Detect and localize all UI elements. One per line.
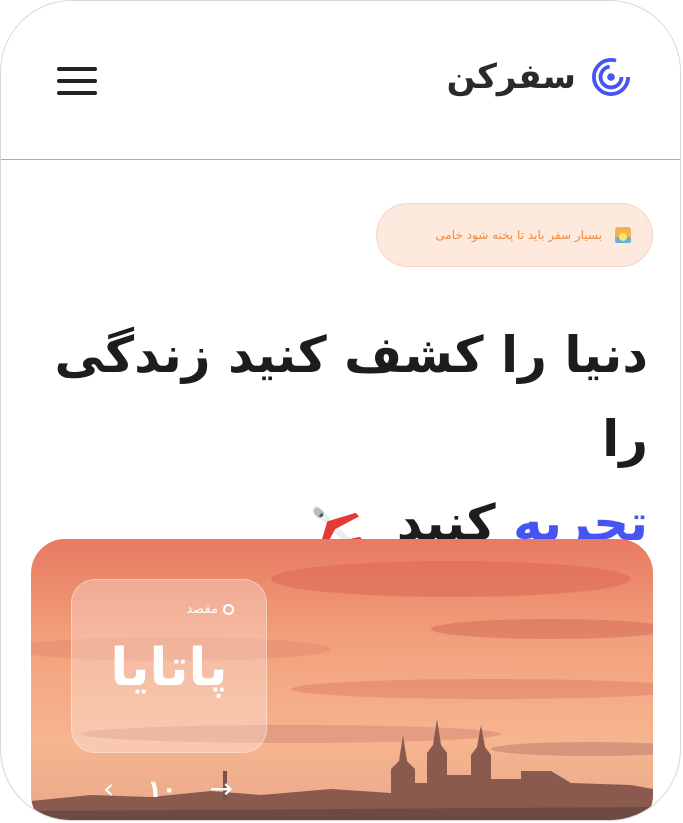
destination-card[interactable]: مقصد پاتایا ‹ ۱۰ → [31, 539, 653, 820]
arrow-right-icon[interactable]: → [210, 775, 233, 803]
location-label: مقصد [186, 602, 234, 617]
spiral-logo-icon [592, 58, 630, 96]
carousel-counter: ۱۰ [147, 775, 177, 803]
top-header: سفرکن [1, 1, 680, 160]
destination-glass-panel: مقصد پاتایا [71, 579, 267, 753]
destination-city: پاتایا [110, 638, 228, 698]
page-headline: دنیا را کشف کنید زندگی را تجربه کنید [18, 313, 648, 565]
brand[interactable]: سفرکن [447, 57, 630, 97]
badge-text: بسیار سفر باید تا پخته شود خامی [435, 228, 602, 242]
carousel-nav: ‹ ۱۰ → [103, 771, 233, 807]
arrow-left-icon[interactable]: ‹ [103, 775, 114, 803]
location-pin-icon [223, 604, 234, 615]
brand-name: سفرکن [446, 57, 576, 97]
hamburger-menu-icon[interactable] [57, 65, 99, 97]
quote-badge: بسیار سفر باید تا پخته شود خامی [376, 203, 653, 267]
headline-line-1: دنیا را کشف کنید زندگی را [54, 326, 648, 468]
phone-frame: سفرکن بسیار سفر باید تا پخته شود خامی دن… [0, 0, 681, 821]
sunrise-icon [615, 227, 631, 243]
